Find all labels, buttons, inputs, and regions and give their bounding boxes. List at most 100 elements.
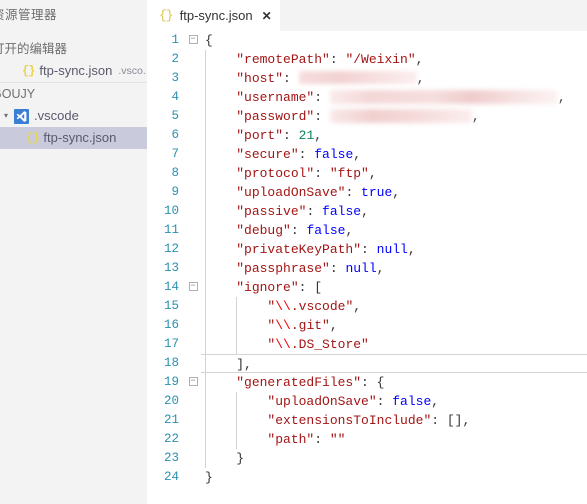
code-line[interactable]: 9 "uploadOnSave": true,	[147, 183, 587, 202]
code-line[interactable]: 21 "extensionsToInclude": [],	[147, 411, 587, 430]
tree-item-vscode-folder[interactable]: ▾ .vscode	[0, 105, 147, 127]
explorer-title: 资源管理器	[0, 0, 147, 30]
token-punct: []	[446, 413, 463, 428]
code-line[interactable]: 11 "debug": false,	[147, 221, 587, 240]
chevron-down-icon: ▾	[4, 111, 9, 120]
token-bool: true	[361, 185, 393, 200]
indent-guide	[205, 430, 206, 449]
code-line[interactable]: 22 "path": ""	[147, 430, 587, 449]
json-icon: {}	[22, 64, 35, 78]
code-line-content: "host": ,	[201, 69, 587, 88]
code-line[interactable]: 16 "\\.git",	[147, 316, 587, 335]
tree-item-label: .vscode	[34, 108, 79, 123]
code-line-content: {	[201, 31, 587, 50]
code-line[interactable]: 4 "username": ,	[147, 88, 587, 107]
tab-ftp-sync-json[interactable]: {} ftp-sync.json ✕	[147, 0, 280, 31]
code-line[interactable]: 18 ],	[147, 354, 587, 373]
line-number: 24	[163, 470, 179, 484]
json-braces-icon: {}	[159, 8, 174, 23]
token-punct: ,	[557, 90, 566, 105]
fold-collapse-icon[interactable]: −	[185, 278, 201, 297]
code-line[interactable]: 19− "generatedFiles": {	[147, 373, 587, 392]
token-punct: :	[361, 242, 377, 257]
indent-guide	[205, 50, 206, 69]
indent-guide	[205, 240, 206, 259]
token-key: "secure"	[236, 147, 299, 162]
code-line-content: "ignore": [	[201, 278, 587, 297]
code-line[interactable]: 1−{	[147, 31, 587, 50]
code-line[interactable]: 6 "port": 21,	[147, 126, 587, 145]
indent-guide	[205, 411, 206, 430]
code-line[interactable]: 7 "secure": false,	[147, 145, 587, 164]
indent-guide	[236, 430, 237, 449]
code-line[interactable]: 17 "\\.DS_Store"	[147, 335, 587, 354]
code-line[interactable]: 2 "remotePath": "/Weixin",	[147, 50, 587, 69]
code-line[interactable]: 3 "host": ,	[147, 69, 587, 88]
open-editor-item-ftp-sync[interactable]: {} ftp-sync.json .vsco...	[0, 60, 147, 82]
code-line[interactable]: 14− "ignore": [	[147, 278, 587, 297]
line-number: 1	[171, 33, 179, 47]
token-key: "uploadOnSave"	[267, 394, 377, 409]
token-str: .git"	[290, 318, 330, 333]
indent-guide	[205, 164, 206, 183]
token-key: "passive"	[236, 204, 307, 219]
token-punct: ,	[416, 71, 425, 86]
code-line-content: }	[201, 468, 587, 487]
code-line[interactable]: 24}	[147, 468, 587, 487]
code-line[interactable]: 13 "passphrase": null,	[147, 259, 587, 278]
code-line[interactable]: 20 "uploadOnSave": false,	[147, 392, 587, 411]
section-project-root[interactable]: GOUJY	[0, 82, 147, 105]
token-punct: :	[283, 128, 299, 143]
code-line-content: "secure": false,	[201, 145, 587, 164]
code-line-content: "protocol": "ftp",	[201, 164, 587, 183]
tree-item-ftp-sync-json[interactable]: {} ftp-sync.json	[0, 127, 147, 149]
token-esc: \\	[275, 337, 291, 352]
code-line[interactable]: 5 "password": ,	[147, 107, 587, 126]
token-punct: :	[431, 413, 447, 428]
fold-collapse-icon[interactable]: −	[185, 31, 201, 50]
section-open-editors[interactable]: 打开的编辑器	[0, 38, 147, 60]
indent-guide	[205, 278, 206, 297]
token-punct: {	[205, 33, 213, 48]
token-str: "ftp"	[329, 166, 369, 181]
json-icon: {}	[26, 131, 39, 145]
token-punct: ,	[353, 147, 362, 162]
code-line-content: "generatedFiles": {	[201, 373, 587, 392]
token-punct: ,	[376, 261, 385, 276]
code-line-content: "passphrase": null,	[201, 259, 587, 278]
close-icon[interactable]: ✕	[262, 10, 272, 22]
code-line-content: "remotePath": "/Weixin",	[201, 50, 587, 69]
code-editor[interactable]: 1−{2 "remotePath": "/Weixin", 3 "host": ,…	[147, 31, 587, 504]
line-number: 17	[163, 337, 179, 351]
code-line-content: "extensionsToInclude": [],	[201, 411, 587, 430]
code-line-content: "privateKeyPath": null,	[201, 240, 587, 259]
token-key: "host"	[236, 71, 284, 86]
tree-item-label: ftp-sync.json	[43, 130, 117, 145]
fold-collapse-icon[interactable]: −	[185, 373, 201, 392]
token-str: ""	[329, 432, 346, 447]
code-line[interactable]: 10 "passive": false,	[147, 202, 587, 221]
line-number: 3	[171, 71, 179, 85]
code-line[interactable]: 23 }	[147, 449, 587, 468]
code-line-content: "path": ""	[201, 430, 587, 449]
code-line[interactable]: 15 "\\.vscode",	[147, 297, 587, 316]
code-line[interactable]: 12 "privateKeyPath": null,	[147, 240, 587, 259]
code-line-content: "debug": false,	[201, 221, 587, 240]
token-punct: ,	[361, 204, 369, 219]
line-number: 23	[163, 451, 179, 465]
indent-guide	[205, 297, 206, 316]
token-key: "path"	[267, 432, 315, 447]
code-line[interactable]: 8 "protocol": "ftp",	[147, 164, 587, 183]
